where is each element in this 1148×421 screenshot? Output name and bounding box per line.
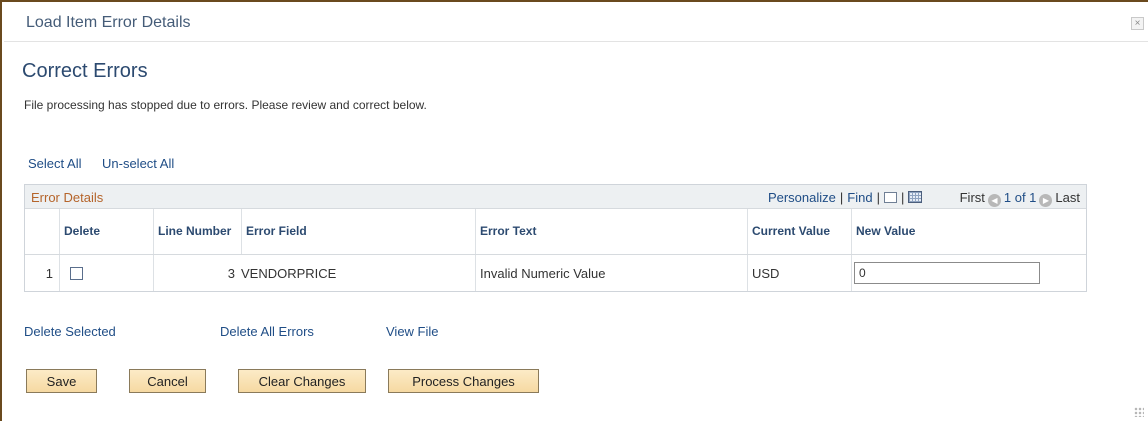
grid-title: Error Details xyxy=(31,190,104,205)
current-value-cell: USD xyxy=(747,255,851,291)
download-spreadsheet-icon[interactable] xyxy=(908,191,923,203)
last-label: Last xyxy=(1055,190,1080,205)
column-header-error-field: Error Field xyxy=(241,209,475,254)
delete-all-errors-link[interactable]: Delete All Errors xyxy=(220,324,314,339)
cancel-button[interactable]: Cancel xyxy=(129,369,206,393)
row-number-header xyxy=(25,209,59,254)
column-header-line-number: Line Number xyxy=(153,209,241,254)
resize-handle-icon[interactable] xyxy=(1134,407,1144,417)
column-header-new-value: New Value xyxy=(851,209,1086,254)
delete-selected-link[interactable]: Delete Selected xyxy=(24,324,116,339)
find-link[interactable]: Find xyxy=(847,190,872,205)
clear-changes-button[interactable]: Clear Changes xyxy=(238,369,366,393)
view-file-link[interactable]: View File xyxy=(386,324,439,339)
table-row: 1 3 VENDORPRICE Invalid Numeric Value US… xyxy=(25,255,1086,291)
row-number: 1 xyxy=(45,265,53,281)
grid-navigation: Personalize | Find | | First ◀ 1 of 1 ▶ Last xyxy=(768,190,1080,207)
separator: | xyxy=(900,190,905,205)
error-text-cell: Invalid Numeric Value xyxy=(475,255,747,291)
grid-header-bar: Error Details Personalize | Find | | First ◀ 1… xyxy=(25,185,1086,209)
new-value-cell xyxy=(851,255,1086,291)
personalize-link[interactable]: Personalize xyxy=(768,190,836,205)
error-field-cell: VENDORPRICE xyxy=(241,265,337,281)
select-all-link[interactable]: Select All xyxy=(28,156,81,171)
save-button[interactable]: Save xyxy=(26,369,97,393)
next-arrow-icon[interactable]: ▶ xyxy=(1039,194,1053,207)
close-icon[interactable]: × xyxy=(1131,17,1144,30)
unselect-all-link[interactable]: Un-select All xyxy=(102,156,174,171)
dialog-titlebar: Load Item Error Details × xyxy=(4,4,1148,42)
page-title: Correct Errors xyxy=(22,60,148,82)
range-label: 1 of 1 xyxy=(1003,190,1037,205)
first-label: First xyxy=(959,190,985,205)
new-value-input[interactable] xyxy=(854,262,1040,284)
column-header-current-value: Current Value xyxy=(747,209,851,254)
dialog-window: Load Item Error Details × Correct Errors… xyxy=(0,0,1148,421)
dialog-title: Load Item Error Details xyxy=(26,14,191,31)
intro-text: File processing has stopped due to error… xyxy=(24,98,427,112)
delete-cell xyxy=(59,255,153,291)
column-header-delete: Delete xyxy=(59,209,153,254)
column-header-error-text: Error Text xyxy=(475,209,747,254)
separator: | xyxy=(839,190,844,205)
delete-checkbox[interactable] xyxy=(70,266,83,280)
error-details-grid: Error Details Personalize | Find | | First ◀ 1… xyxy=(24,184,1087,292)
process-changes-button[interactable]: Process Changes xyxy=(388,369,539,393)
previous-arrow-icon[interactable]: ◀ xyxy=(987,194,1001,207)
separator: | xyxy=(876,190,880,205)
line-number-cell: 3 xyxy=(153,255,241,291)
grid-column-headers: Delete Line Number Error Field Error Tex… xyxy=(25,209,1086,255)
view-all-icon[interactable] xyxy=(883,192,897,203)
